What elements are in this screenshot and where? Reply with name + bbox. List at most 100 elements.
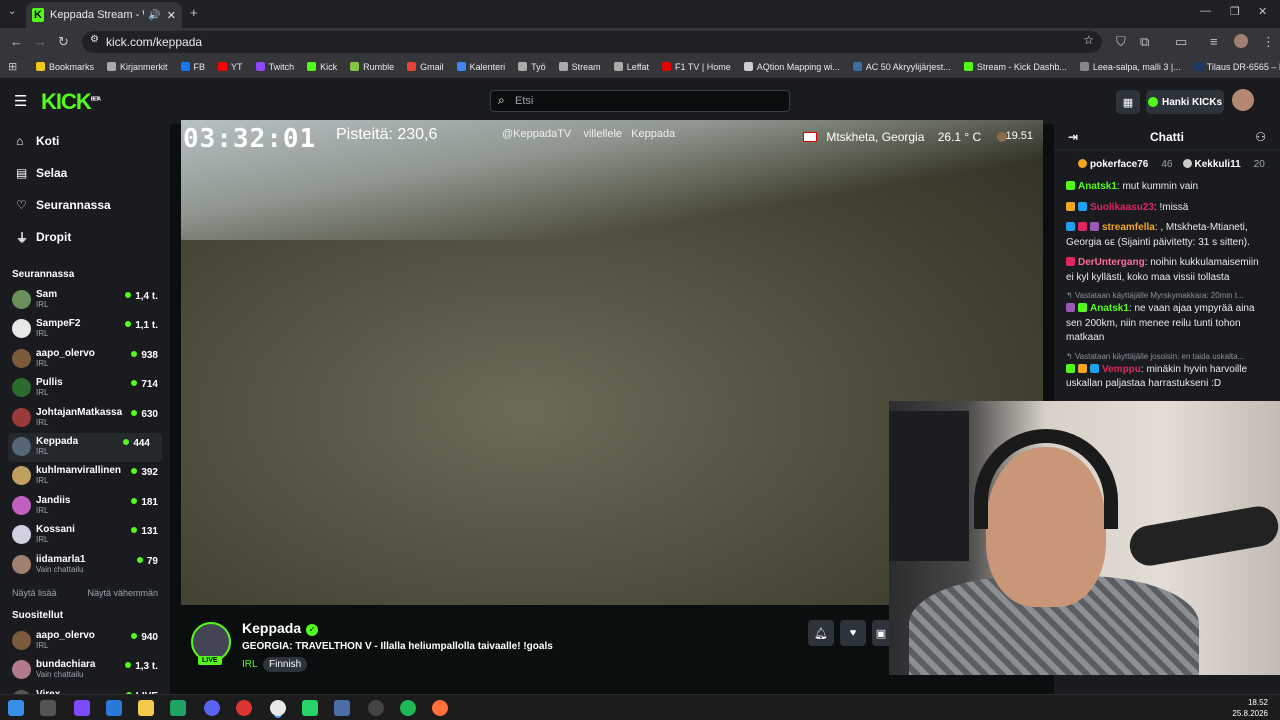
nav-following[interactable]: ♡ Seurannassa	[0, 189, 170, 221]
chat-username[interactable]: DerUntergang	[1078, 257, 1145, 268]
browser-tab[interactable]: K Keppada Stream - Watch Li... 🔊 ✕	[26, 2, 182, 28]
tab-close-icon[interactable]: ✕	[167, 9, 176, 22]
category-link[interactable]: IRL	[242, 659, 258, 670]
bookmark-item[interactable]: F1 TV | Home	[662, 61, 731, 72]
bookmark-item[interactable]: Kick	[307, 61, 337, 72]
taskbar-app-icon[interactable]	[236, 700, 252, 716]
bookmark-item[interactable]: Kalenteri	[456, 61, 505, 72]
get-kicks-label: Hanki KICKs	[1161, 96, 1222, 108]
sidebar-channel-aapo_olervo[interactable]: aapo_olervo IRL 940	[0, 627, 170, 656]
reload-icon[interactable]: ↻	[58, 34, 69, 50]
follow-button[interactable]: ♥	[840, 620, 866, 646]
chat-username[interactable]: Vemppu	[1102, 364, 1141, 375]
streamer-name[interactable]: Keppada ✓	[242, 620, 319, 636]
taskbar-app-icon[interactable]	[368, 700, 384, 716]
bookmark-star-icon[interactable]: ☆	[1083, 33, 1094, 47]
nav-browse[interactable]: ▤ Selaa	[0, 157, 170, 189]
notification-bell-button[interactable]: 🔔︎	[808, 620, 834, 646]
new-tab-icon[interactable]: +	[190, 5, 198, 20]
bookmark-item[interactable]: Leffat	[613, 61, 649, 72]
whatsapp-icon[interactable]	[302, 700, 318, 716]
apps-grid-icon[interactable]: ⊞	[8, 60, 17, 73]
tab-search-icon[interactable]: ⌄	[8, 6, 16, 17]
get-kicks-button[interactable]: Hanki KICKs	[1146, 90, 1224, 114]
taskbar-app-icon[interactable]	[74, 700, 90, 716]
chat-reply-context[interactable]: ↰ Vastataan käyttäjälle Myrskymakkara: 2…	[1054, 289, 1280, 300]
start-icon[interactable]	[8, 700, 24, 716]
chrome-icon[interactable]	[270, 700, 286, 716]
chat-users-icon[interactable]: ⚇	[1255, 130, 1266, 144]
bookmark-item[interactable]: Kirjanmerkit	[107, 61, 168, 72]
extensions-icon[interactable]: ⧉	[1140, 34, 1149, 50]
cast-icon[interactable]: ▭	[1175, 34, 1187, 50]
taskbar-app-icon[interactable]	[170, 700, 186, 716]
gifter-item[interactable]: pokerface76 46	[1078, 158, 1173, 170]
sidebar-channel-sam[interactable]: Sam IRL 1,4 t.	[0, 286, 170, 315]
shield-icon[interactable]: ⛉	[1116, 34, 1126, 50]
chat-reply-context[interactable]: ↰ Vastataan käyttäjälle josoisin: en tai…	[1054, 350, 1280, 361]
viewer-count: 1,1 t.	[125, 320, 158, 331]
maximize-icon[interactable]: ❐	[1230, 5, 1240, 18]
browser-toolbar: ← → ↻ ⚙ kick.com/keppada ☆ ⛉ ⧉ ▭ ≡ ⋮	[0, 28, 1280, 56]
nav-home[interactable]: ⌂ Koti	[0, 125, 170, 157]
bookmark-item[interactable]: Twitch	[255, 61, 294, 72]
dashboard-icon[interactable]: ▦	[1116, 90, 1140, 114]
chat-username[interactable]: streamfella	[1102, 222, 1155, 233]
taskbar-app-icon[interactable]	[204, 700, 220, 716]
bookmark-item[interactable]: Tilaus DR-6565 – D...	[1193, 61, 1280, 72]
system-clock[interactable]: 18.52 25.8.2026	[1232, 697, 1268, 719]
bookmark-item[interactable]: Gmail	[407, 61, 444, 72]
menu-kebab-icon[interactable]: ⋮	[1262, 34, 1275, 50]
bookmark-item[interactable]: Stream	[558, 61, 601, 72]
kick-logo[interactable]: KICKBETA	[41, 89, 101, 115]
search-input[interactable]: ⌕ Etsi	[490, 90, 790, 112]
forward-icon[interactable]: →	[34, 34, 47, 49]
sidebar-channel-pullis[interactable]: Pullis IRL 714	[0, 374, 170, 403]
tab-audio-icon[interactable]: 🔊	[148, 10, 160, 21]
sidebar-channel-sampef2[interactable]: SampeF2 IRL 1,1 t.	[0, 315, 170, 344]
bookmark-item[interactable]: Stream - Kick Dashb...	[963, 61, 1067, 72]
language-tag[interactable]: Finnish	[263, 657, 308, 672]
show-less-button[interactable]: Näytä vähemmän	[87, 588, 158, 598]
sidebar-channel-bundachiara[interactable]: bundachiara Vain chattailu 1,3 t.	[0, 656, 170, 685]
taskbar-app-icon[interactable]	[334, 700, 350, 716]
reading-list-icon[interactable]: ≡	[1210, 34, 1218, 49]
taskbar-app-icon[interactable]	[106, 700, 122, 716]
show-more-button[interactable]: Näytä lisää	[12, 588, 57, 598]
gifter-item[interactable]: Kekkuli11 20	[1182, 158, 1265, 170]
bookmark-item[interactable]: FB	[180, 61, 205, 72]
bookmark-item[interactable]: Rumble	[350, 61, 394, 72]
sidebar-channel-kossani[interactable]: Kossani IRL 131	[0, 521, 170, 550]
site-info-icon[interactable]: ⚙	[90, 34, 99, 45]
firefox-icon[interactable]	[432, 700, 448, 716]
window-close-icon[interactable]: ✕	[1258, 5, 1267, 18]
spotify-icon[interactable]	[400, 700, 416, 716]
file-explorer-icon[interactable]	[138, 700, 154, 716]
collapse-chat-icon[interactable]: ⇥	[1068, 130, 1078, 144]
sidebar-channel-johtajanmatkassa[interactable]: JohtajanMatkassa IRL 630	[0, 404, 170, 433]
user-avatar[interactable]	[1232, 89, 1254, 111]
sidebar-channel-iidamarla1[interactable]: iidamarla1 Vain chattailu 79	[0, 551, 170, 580]
hamburger-menu-icon[interactable]: ☰	[14, 92, 27, 110]
task-view-icon[interactable]	[40, 700, 56, 716]
nav-drops[interactable]: ⏚ Dropit	[0, 221, 170, 253]
chat-username[interactable]: Suolikaasu23	[1090, 202, 1154, 213]
chat-username[interactable]: Anatsk1	[1090, 303, 1129, 314]
chat-username[interactable]: Anatsk1	[1078, 181, 1117, 192]
address-bar[interactable]: ⚙ kick.com/keppada ☆	[82, 31, 1102, 53]
bookmark-item[interactable]: Leea-salpa, malli 3 |...	[1079, 61, 1181, 72]
sidebar-channel-kuhlmanvirallinen[interactable]: kuhlmanvirallinen IRL 392	[0, 462, 170, 491]
bookmark-item[interactable]: Bookmarks	[36, 61, 94, 72]
back-icon[interactable]: ←	[10, 34, 23, 49]
minimize-icon[interactable]: —	[1200, 5, 1211, 17]
bookmark-item[interactable]: YT	[218, 61, 243, 72]
sidebar-channel-jandiis[interactable]: Jandiis IRL 181	[0, 492, 170, 521]
sidebar-channel-aapo_olervo[interactable]: aapo_olervo IRL 938	[0, 345, 170, 374]
profile-avatar[interactable]	[1234, 34, 1248, 48]
sidebar-channel-keppada[interactable]: Keppada IRL 444	[8, 432, 162, 463]
bookmark-item[interactable]: Työ	[518, 61, 546, 72]
bookmark-item[interactable]: AQtion Mapping wi...	[743, 61, 840, 72]
gift-sub-button[interactable]: ▣	[872, 620, 890, 646]
bookmark-item[interactable]: AC 50 Akryylijärjest...	[852, 61, 951, 72]
sidebar-channel-virex[interactable]: VirexLIVE	[0, 686, 170, 694]
